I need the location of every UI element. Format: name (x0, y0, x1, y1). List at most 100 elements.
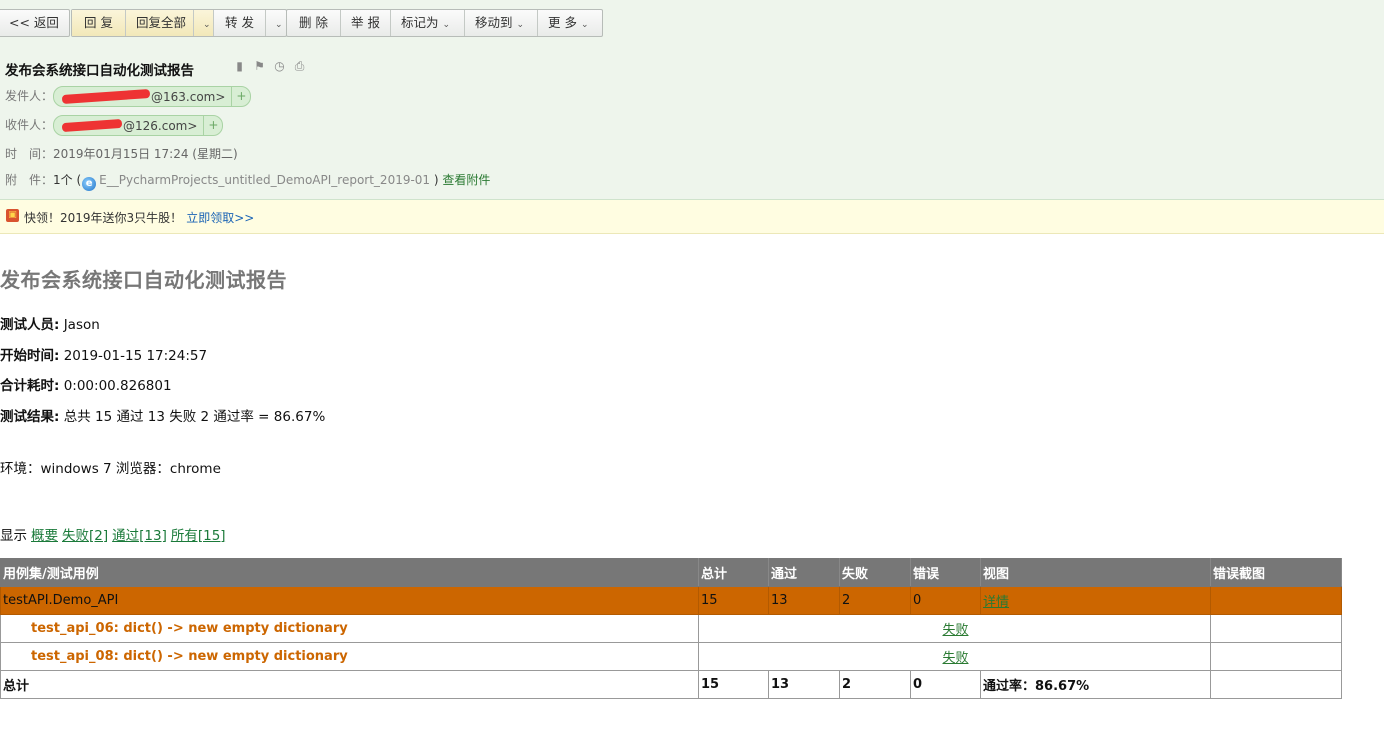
case-screenshot-cell (1210, 614, 1342, 643)
reply-button[interactable]: 回 复 (72, 10, 126, 36)
header-cell: 视图 (980, 558, 1211, 587)
print-icon[interactable]: ⎙ (293, 60, 306, 73)
more-button[interactable]: 更 多 ⌄ (538, 10, 602, 36)
promo-link[interactable]: 立即领取>> (186, 211, 254, 225)
result-table: 用例集/测试用例 总计 通过 失败 错误 视图 错误截图 testAPI.Dem… (0, 558, 1342, 699)
move-to-label: 移动到 (475, 15, 513, 30)
total-count: 15 (698, 670, 769, 699)
tester-row: 测试人员: Jason (0, 313, 100, 333)
more-label: 更 多 (548, 15, 577, 30)
suite-total: 15 (698, 586, 769, 615)
reply-dropdown[interactable]: ⌄ (194, 10, 214, 36)
to-label: 收件人： (5, 118, 54, 132)
filter-passed-link[interactable]: 通过[13] (112, 528, 167, 544)
total-row: 总计 15 13 2 0 通过率：86.67% (0, 670, 1342, 699)
start-label: 开始时间: (0, 348, 60, 364)
total-rate: 通过率：86.67% (980, 670, 1211, 699)
to-row: 收件人： @126.com> + (5, 115, 224, 136)
from-chip[interactable]: @163.com> + (53, 86, 252, 107)
total-fail: 2 (839, 670, 911, 699)
forward-dropdown[interactable]: ⌄ (266, 10, 286, 36)
total-screenshot-cell (1210, 670, 1342, 699)
total-error: 0 (910, 670, 981, 699)
filter-label: 显示 (0, 528, 27, 544)
chevron-down-icon: ⌄ (442, 20, 451, 30)
gift-icon: ▣ (6, 209, 19, 222)
redaction-mark (61, 118, 123, 133)
chevron-down-icon: ⌄ (516, 20, 525, 30)
add-contact-icon[interactable]: + (203, 116, 222, 135)
forward-button[interactable]: 转 发 (214, 10, 266, 36)
reply-group: 回 复 回复全部 ⌄ 转 发 ⌄ (71, 9, 287, 37)
time-label: 时 间： (5, 147, 54, 161)
back-button[interactable]: << 返回 (0, 10, 69, 36)
add-contact-icon[interactable]: + (231, 87, 250, 106)
delete-button[interactable]: 删 除 (287, 10, 341, 36)
mail-subject: 发布会系统接口自动化测试报告 (5, 63, 194, 79)
start-row: 开始时间: 2019-01-15 17:24:57 (0, 344, 207, 364)
header-cell: 失败 (839, 558, 911, 587)
header-cell: 通过 (768, 558, 840, 587)
suite-name: testAPI.Demo_API (0, 586, 699, 615)
promo-text: 快领！2019年送你3只牛股！ (24, 211, 183, 225)
case-status-link[interactable]: 失败 (942, 623, 968, 638)
tester-value: Jason (63, 317, 100, 333)
case-status-cell: 失败 (698, 614, 1211, 643)
from-row: 发件人： @163.com> + (5, 86, 252, 107)
chevron-down-icon: ⌄ (580, 20, 589, 30)
view-attachment-link[interactable]: 查看附件 (442, 173, 490, 187)
header-cell: 总计 (698, 558, 769, 587)
reply-all-button[interactable]: 回复全部 (126, 10, 194, 36)
mark-as-label: 标记为 (401, 15, 439, 30)
time-value: 2019年01月15日 17:24 (星期二) (53, 147, 238, 161)
from-address: @163.com> (151, 89, 226, 104)
header-cell: 错误 (910, 558, 981, 587)
flag-icon[interactable]: ⚑ (253, 60, 266, 73)
result-row: 测试结果: 总共 15 通过 13 失败 2 通过率 = 86.67% (0, 405, 325, 425)
case-row: test_api_08: dict() -> new empty diction… (0, 642, 1342, 671)
chevron-down-icon: ⌄ (275, 20, 283, 30)
time-row: 时 间：2019年01月15日 17:24 (星期二) (5, 145, 238, 162)
attachment-label: 附 件： (5, 173, 54, 187)
case-name: test_api_08: dict() -> new empty diction… (0, 642, 699, 671)
table-header-row: 用例集/测试用例 总计 通过 失败 错误 视图 错误截图 (0, 558, 1342, 587)
suite-fail: 2 (839, 586, 911, 615)
mail-header: << 返回 回 复 回复全部 ⌄ 转 发 ⌄ 删 除 举 报 标记为 ⌄ 移动到 ⌄… (0, 0, 1384, 200)
case-status-link[interactable]: 失败 (942, 651, 968, 666)
suite-view-cell: 详情 (980, 586, 1211, 615)
to-chip[interactable]: @126.com> + (53, 115, 224, 136)
total-pass: 13 (768, 670, 840, 699)
suite-error: 0 (910, 586, 981, 615)
clock-icon[interactable]: ◷ (273, 60, 286, 73)
suite-detail-link[interactable]: 详情 (983, 595, 1009, 610)
bookmark-icon[interactable]: ▮ (233, 60, 246, 73)
filter-failed-link[interactable]: 失败[2] (62, 528, 108, 544)
filter-all-link[interactable]: 所有[15] (171, 528, 226, 544)
case-name: test_api_06: dict() -> new empty diction… (0, 614, 699, 643)
duration-value: 0:00:00.826801 (63, 378, 172, 394)
attachment-name[interactable]: E__PycharmProjects_untitled_DemoAPI_repo… (99, 173, 430, 187)
redaction-mark (61, 88, 151, 105)
start-value: 2019-01-15 17:24:57 (63, 348, 208, 364)
header-cell: 用例集/测试用例 (0, 558, 699, 587)
filter-summary-link[interactable]: 概要 (31, 528, 58, 544)
move-to-button[interactable]: 移动到 ⌄ (465, 10, 538, 36)
case-status-cell: 失败 (698, 642, 1211, 671)
result-label: 测试结果: (0, 409, 60, 425)
report-button[interactable]: 举 报 (341, 10, 391, 36)
case-screenshot-cell (1210, 642, 1342, 671)
suite-pass: 13 (768, 586, 840, 615)
ie-file-icon: e (82, 177, 97, 191)
attachment-count: 1个 ( (53, 173, 82, 187)
chevron-down-icon: ⌄ (203, 20, 211, 30)
header-cell: 错误截图 (1210, 558, 1342, 587)
back-group: << 返回 (0, 9, 70, 37)
attachment-close: ) (433, 173, 439, 187)
to-address: @126.com> (123, 118, 198, 133)
mark-as-button[interactable]: 标记为 ⌄ (391, 10, 465, 36)
filter-row: 显示 概要 失败[2] 通过[13] 所有[15] (0, 524, 226, 544)
total-label: 总计 (0, 670, 699, 699)
duration-row: 合计耗时: 0:00:00.826801 (0, 374, 172, 394)
result-value: 总共 15 通过 13 失败 2 通过率 = 86.67% (63, 409, 326, 425)
action-group: 删 除 举 报 标记为 ⌄ 移动到 ⌄ 更 多 ⌄ (286, 9, 603, 37)
